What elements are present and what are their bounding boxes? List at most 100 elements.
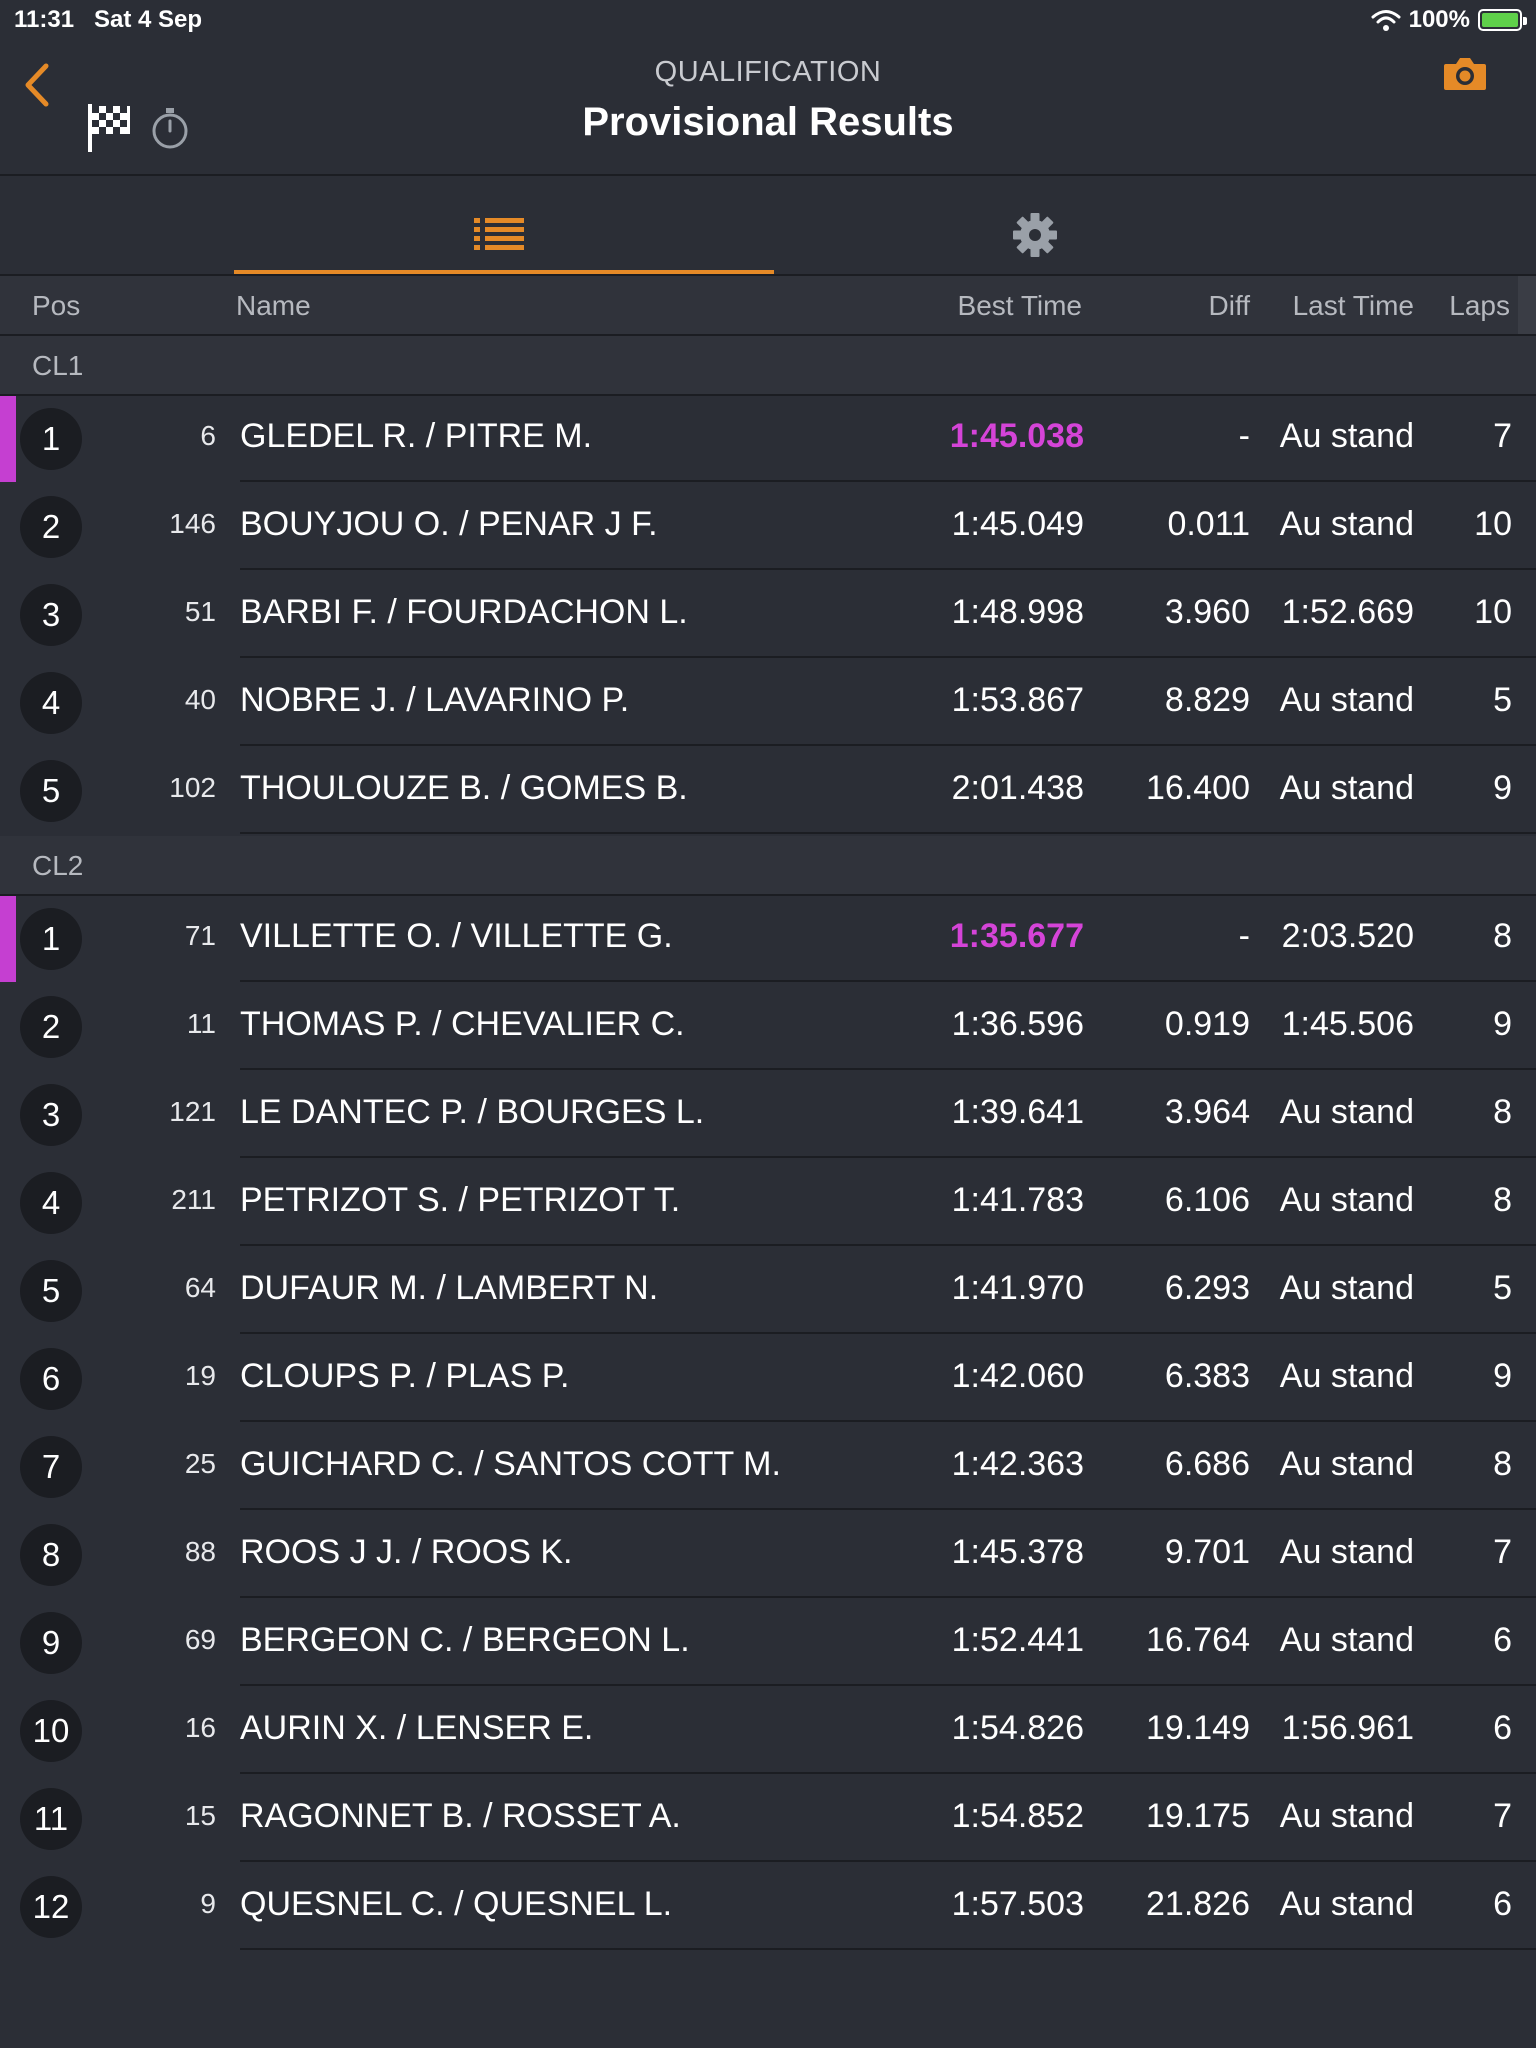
table-row[interactable]: 7 25 GUICHARD C. / SANTOS COTT M. 1:42.363 6… <box>0 1424 1536 1510</box>
best-time: 1:41.783 <box>951 1181 1084 1219</box>
last-time: Au stand <box>1279 1533 1414 1571</box>
best-time: 1:45.378 <box>951 1533 1084 1571</box>
column-header-pos[interactable]: Pos <box>32 290 80 322</box>
tab-settings[interactable] <box>774 176 1294 274</box>
list-icon <box>474 218 524 250</box>
driver-names: BARBI F. / FOURDACHON L. <box>240 593 688 631</box>
group-label: CL1 <box>32 350 84 381</box>
best-time: 1:45.038 <box>949 417 1084 455</box>
group-label: CL2 <box>32 850 84 881</box>
gap-diff: 16.764 <box>1146 1621 1250 1659</box>
driver-names: AURIN X. / LENSER E. <box>240 1709 594 1747</box>
lap-count: 6 <box>1493 1885 1512 1923</box>
car-number: 16 <box>184 1712 216 1743</box>
last-time: Au stand <box>1279 1445 1414 1483</box>
wifi-icon <box>1371 10 1401 31</box>
driver-names: THOULOUZE B. / GOMES B. <box>240 769 688 807</box>
position-badge: 4 <box>20 672 82 734</box>
last-time: Au stand <box>1279 1621 1414 1659</box>
nav-header: QUALIFICATION Provisional Results <box>0 40 1536 176</box>
driver-names: LE DANTEC P. / BOURGES L. <box>240 1093 705 1131</box>
table-row[interactable]: 5 102 THOULOUZE B. / GOMES B. 2:01.438 16.40… <box>0 748 1536 834</box>
gap-diff: 3.960 <box>1164 593 1250 631</box>
tab-results-list[interactable] <box>234 176 774 274</box>
car-number: 19 <box>184 1360 216 1391</box>
gap-diff: 19.175 <box>1146 1797 1250 1835</box>
best-time: 1:53.867 <box>951 681 1084 719</box>
best-time: 1:41.970 <box>951 1269 1084 1307</box>
table-row[interactable]: 2 11 THOMAS P. / CHEVALIER C. 1:36.596 0.919… <box>0 984 1536 1070</box>
driver-names: PETRIZOT S. / PETRIZOT T. <box>240 1181 681 1219</box>
position-badge: 6 <box>20 1348 82 1410</box>
car-number: 25 <box>184 1448 216 1479</box>
last-time: Au stand <box>1279 505 1414 543</box>
gap-diff: 3.964 <box>1164 1093 1250 1131</box>
driver-names: NOBRE J. / LAVARINO P. <box>240 681 630 719</box>
position-badge: 5 <box>20 1260 82 1322</box>
row-divider <box>240 832 1536 834</box>
gap-diff: 9.701 <box>1164 1533 1250 1571</box>
column-header-best-time[interactable]: Best Time <box>900 290 1082 322</box>
table-row[interactable]: 12 9 QUESNEL C. / QUESNEL L. 1:57.503 21.826… <box>0 1864 1536 1950</box>
position-badge: 2 <box>20 996 82 1058</box>
driver-names: BOUYJOU O. / PENAR J F. <box>240 505 658 543</box>
status-right: 100% <box>1371 4 1527 36</box>
tab-bar <box>0 176 1536 276</box>
table-row[interactable]: 10 16 AURIN X. / LENSER E. 1:54.826 19.149 1:… <box>0 1688 1536 1774</box>
driver-names: VILLETTE O. / VILLETTE G. <box>240 917 673 955</box>
lap-count: 8 <box>1493 1445 1512 1483</box>
table-header: Pos Name Best Time Diff Last Time Laps <box>0 276 1536 336</box>
leader-marker <box>0 396 16 482</box>
gap-diff: 0.919 <box>1164 1005 1250 1043</box>
table-row[interactable]: 4 211 PETRIZOT S. / PETRIZOT T. 1:41.783 6.1… <box>0 1160 1536 1246</box>
table-row[interactable]: 4 40 NOBRE J. / LAVARINO P. 1:53.867 8.829 Au… <box>0 660 1536 746</box>
lap-count: 9 <box>1493 1005 1512 1043</box>
lap-count: 6 <box>1493 1621 1512 1659</box>
car-number: 11 <box>186 1008 216 1039</box>
best-time: 1:39.641 <box>951 1093 1084 1131</box>
gap-diff: 16.400 <box>1146 769 1250 807</box>
best-time: 2:01.438 <box>951 769 1084 807</box>
table-row[interactable]: 9 69 BERGEON C. / BERGEON L. 1:52.441 16.764… <box>0 1600 1536 1686</box>
column-header-laps[interactable]: Laps <box>1420 290 1510 322</box>
lap-count: 8 <box>1493 917 1512 955</box>
car-number: 71 <box>184 920 216 951</box>
position-badge: 1 <box>20 408 82 470</box>
last-time: Au stand <box>1279 681 1414 719</box>
column-header-name[interactable]: Name <box>236 290 311 322</box>
row-divider <box>240 1156 1536 1158</box>
lap-count: 5 <box>1493 681 1512 719</box>
row-divider <box>240 1860 1536 1862</box>
row-divider <box>240 1596 1536 1598</box>
scrollbar[interactable] <box>1518 276 1536 334</box>
last-time: Au stand <box>1279 1093 1414 1131</box>
driver-names: DUFAUR M. / LAMBERT N. <box>240 1269 659 1307</box>
column-header-diff[interactable]: Diff <box>1100 290 1251 322</box>
group-header: CL1 <box>0 336 1536 396</box>
table-row[interactable]: 2 146 BOUYJOU O. / PENAR J F. 1:45.049 0.011… <box>0 484 1536 570</box>
best-time: 1:42.060 <box>951 1357 1084 1395</box>
lap-count: 7 <box>1493 1797 1512 1835</box>
car-number: 64 <box>184 1272 216 1303</box>
table-row[interactable]: 5 64 DUFAUR M. / LAMBERT N. 1:41.970 6.293 Au… <box>0 1248 1536 1334</box>
best-time: 1:36.596 <box>951 1005 1084 1043</box>
table-row[interactable]: 3 121 LE DANTEC P. / BOURGES L. 1:39.641 3.9… <box>0 1072 1536 1158</box>
table-row[interactable]: 8 88 ROOS J J. / ROOS K. 1:45.378 9.701 Au st… <box>0 1512 1536 1598</box>
row-divider <box>240 656 1536 658</box>
column-header-last-time[interactable]: Last Time <box>1260 290 1414 322</box>
status-bar: 11:31 Sat 4 Sep 100% <box>0 0 1536 40</box>
position-badge: 9 <box>20 1612 82 1674</box>
table-row[interactable]: 11 15 RAGONNET B. / ROSSET A. 1:54.852 19.17… <box>0 1776 1536 1862</box>
camera-icon[interactable] <box>1442 54 1488 94</box>
row-divider <box>240 1068 1536 1070</box>
car-number: 211 <box>171 1184 216 1215</box>
table-row[interactable]: 3 51 BARBI F. / FOURDACHON L. 1:48.998 3.960… <box>0 572 1536 658</box>
table-row[interactable]: 6 19 CLOUPS P. / PLAS P. 1:42.060 6.383 Au st… <box>0 1336 1536 1422</box>
car-number: 102 <box>169 772 216 803</box>
table-row[interactable]: 1 71 VILLETTE O. / VILLETTE G. 1:35.677 -2:0… <box>0 896 1536 982</box>
car-number: 88 <box>184 1536 216 1567</box>
leader-marker <box>0 896 16 982</box>
gap-diff: 6.293 <box>1164 1269 1250 1307</box>
row-divider <box>240 1948 1536 1950</box>
table-row[interactable]: 1 6 GLEDEL R. / PITRE M. 1:45.038 - Au stand 7 <box>0 396 1536 482</box>
